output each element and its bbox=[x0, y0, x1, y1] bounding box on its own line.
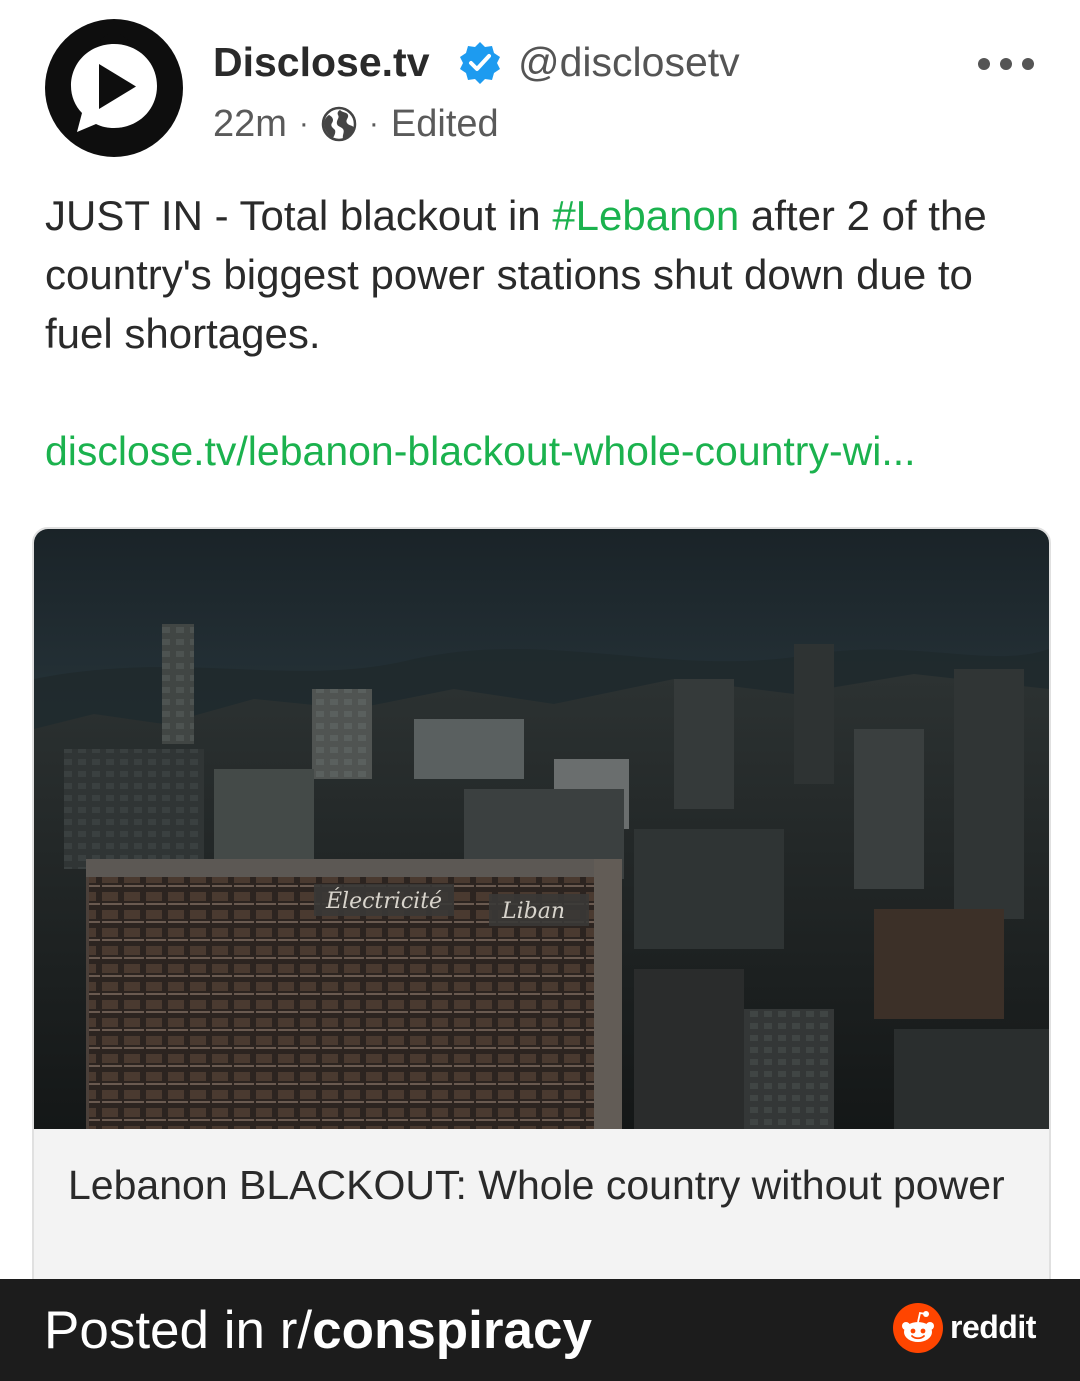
author-handle[interactable]: @disclosetv bbox=[518, 38, 740, 86]
meta-separator: · bbox=[298, 107, 309, 140]
more-dot bbox=[978, 58, 990, 70]
meta-separator: · bbox=[368, 107, 379, 140]
posted-in-label: Posted in r/conspiracy bbox=[44, 1301, 592, 1361]
reddit-footer-bar: Posted in r/conspiracy reddit bbox=[0, 1279, 1080, 1381]
globe-icon bbox=[321, 106, 357, 142]
reddit-alien-icon bbox=[893, 1303, 943, 1353]
post-container: Disclose.tv @disclosetv 22m · · Edited J… bbox=[0, 0, 1080, 1311]
link-preview-card[interactable]: Électricité Liban Lebanon BLACKOUT: Whol… bbox=[32, 527, 1051, 1311]
post-text-start: JUST IN - Total blackout in bbox=[45, 192, 553, 239]
post-body: JUST IN - Total blackout in #Lebanon aft… bbox=[45, 186, 1035, 363]
verified-check-icon bbox=[460, 42, 500, 84]
building-sign-right: Liban bbox=[501, 899, 565, 924]
more-options-icon[interactable] bbox=[978, 50, 1034, 78]
article-title[interactable]: Lebanon BLACKOUT: Whole country without … bbox=[68, 1159, 1008, 1212]
article-thumbnail-image[interactable]: Électricité Liban bbox=[34, 529, 1049, 1129]
play-bubble-icon[interactable] bbox=[44, 18, 184, 158]
author-name[interactable]: Disclose.tv bbox=[213, 38, 430, 86]
post-meta: 22m · · Edited bbox=[213, 100, 499, 148]
post-url-link[interactable]: disclose.tv/lebanon-blackout-whole-count… bbox=[45, 423, 1035, 479]
reddit-brand-text: reddit bbox=[950, 1309, 1036, 1345]
edited-label: Edited bbox=[390, 103, 499, 145]
building-sign-left: Électricité bbox=[325, 887, 442, 914]
subreddit-name[interactable]: conspiracy bbox=[312, 1301, 592, 1360]
post-time[interactable]: 22m bbox=[213, 100, 287, 148]
posted-in-prefix: Posted in r/ bbox=[44, 1301, 313, 1360]
more-dot bbox=[1022, 58, 1034, 70]
hashtag-link[interactable]: #Lebanon bbox=[552, 192, 739, 239]
more-dot bbox=[1000, 58, 1012, 70]
